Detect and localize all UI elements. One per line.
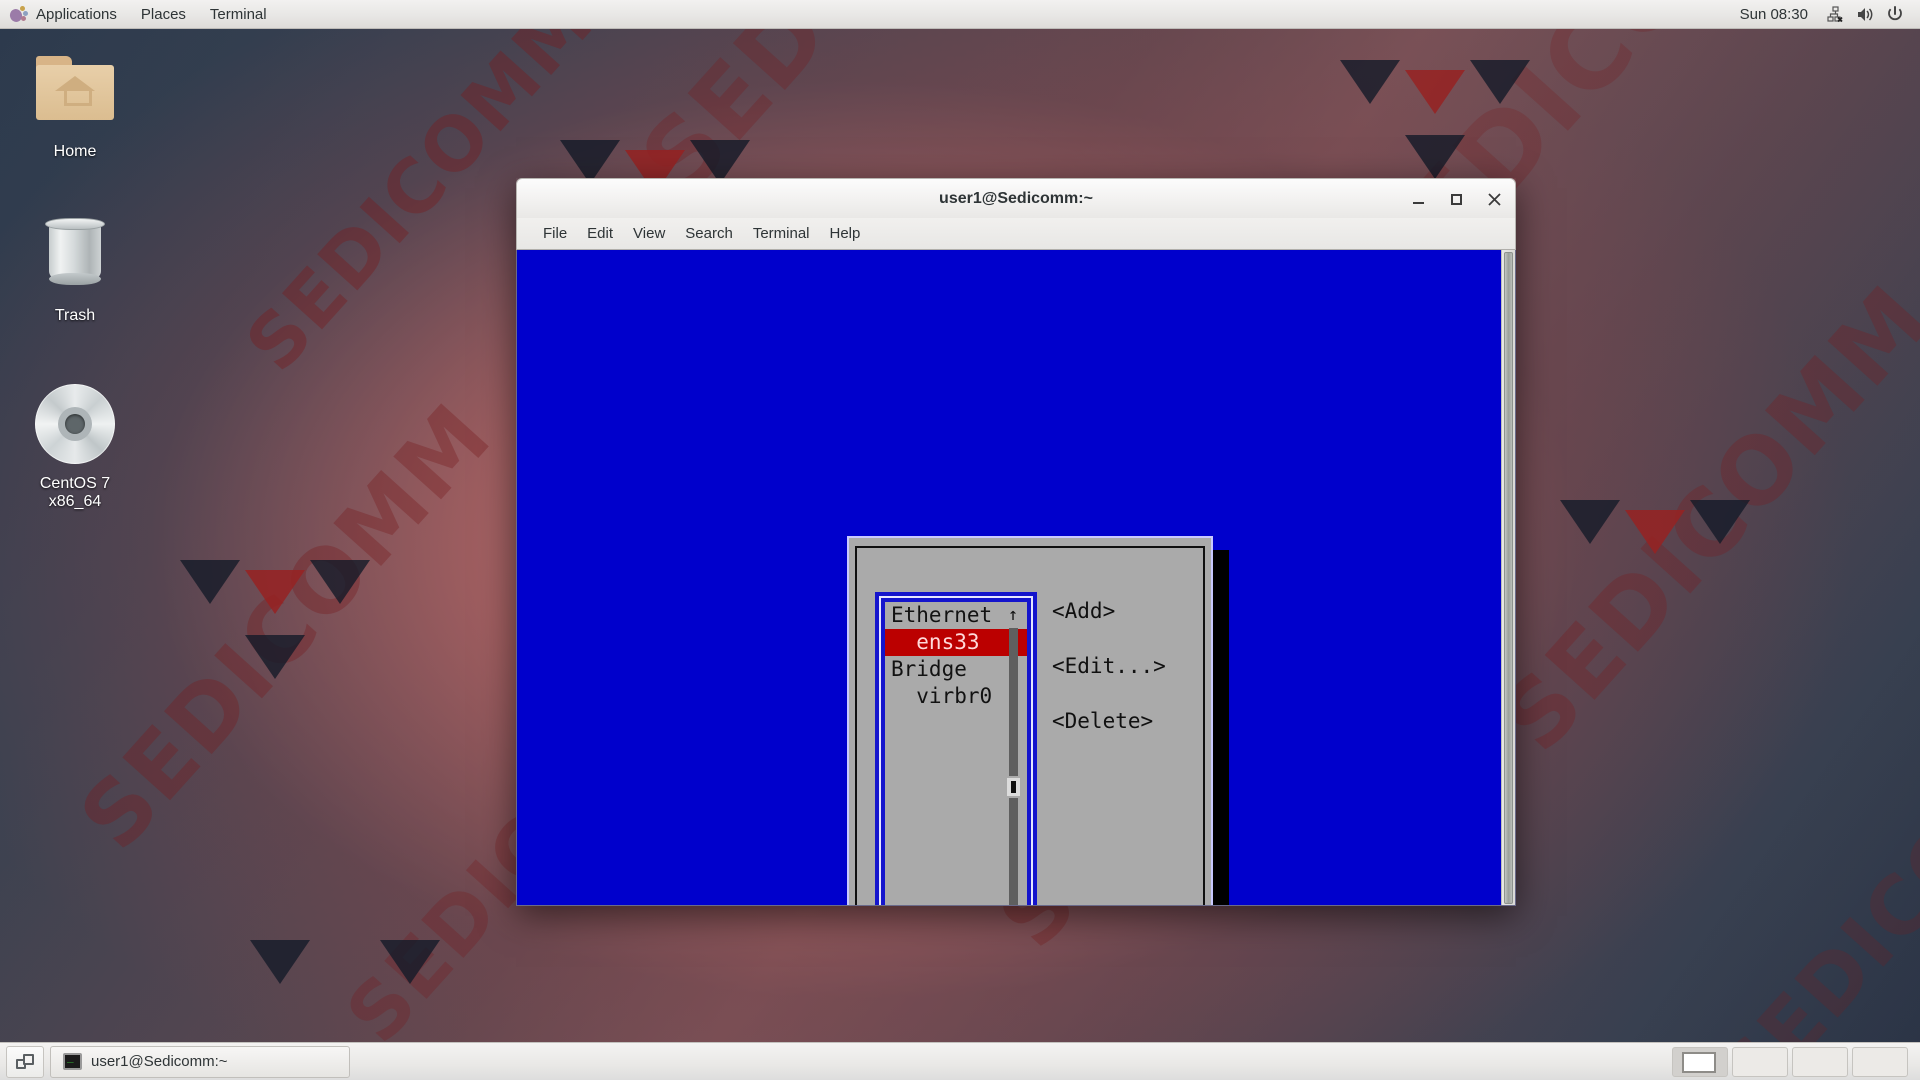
window-title-bar[interactable]: user1@Sedicomm:~ [516,178,1516,218]
menu-applications[interactable]: Applications [24,0,129,29]
desktop-icon-cdrom[interactable]: CentOS 7 x86_64 [10,380,140,512]
gnome-foot-icon [8,5,28,24]
terminal-menu-bar: File Edit View Search Terminal Help [516,218,1516,250]
menu-search[interactable]: Search [675,218,743,250]
workspace-2[interactable] [1732,1046,1788,1077]
delete-button[interactable]: <Delete> [1052,708,1153,735]
add-button[interactable]: <Add> [1052,598,1115,625]
desktop-icon-label: Home [53,143,97,160]
terminal-scrollbar[interactable] [1501,250,1515,905]
menu-places[interactable]: Places [129,0,198,29]
wallpaper-triangle-icon [245,570,305,614]
desktop-icon-trash[interactable]: Trash [10,212,140,326]
terminal-scrollbar-thumb[interactable] [1504,252,1513,904]
wallpaper-triangle-icon [180,560,240,604]
top-panel-tray: Sun 08:30 [1730,0,1920,29]
terminal-window[interactable]: user1@Sedicomm:~ File Edit View Search T… [516,178,1516,906]
clock[interactable]: Sun 08:30 [1730,6,1818,23]
volume-icon[interactable] [1852,0,1878,29]
menu-edit[interactable]: Edit [577,218,623,250]
task-list: user1@Sedicomm:~ [50,1045,1666,1078]
workspace-3[interactable] [1792,1046,1848,1077]
menu-file[interactable]: File [533,218,577,250]
window-title: user1@Sedicomm:~ [939,189,1093,207]
wallpaper-triangle-icon [1405,135,1465,179]
workspace-1[interactable] [1672,1046,1728,1077]
wallpaper-triangle-icon [1405,70,1465,114]
close-button[interactable] [1483,188,1505,210]
taskbar: user1@Sedicomm:~ [0,1042,1920,1080]
show-desktop-button[interactable] [6,1045,44,1078]
wallpaper-triangle-icon [1690,500,1750,544]
terminal-icon [63,1050,82,1070]
dialog-content: Ethernet ens33 Bridge virbr0 ↑ ↓ [847,536,1213,905]
trash-icon [10,212,140,300]
scrollbar-lower [1009,798,1018,905]
power-icon[interactable] [1882,0,1908,29]
nmtui-dialog[interactable]: Ethernet ens33 Bridge virbr0 ↑ ↓ [847,536,1213,905]
wallpaper-triangle-icon [1560,500,1620,544]
menu-view[interactable]: View [623,218,675,250]
wallpaper-triangle-icon [380,940,440,984]
taskbar-window-label: user1@Sedicomm:~ [91,1053,228,1070]
wallpaper-triangle-icon [250,940,310,984]
list-scrollbar[interactable]: ↑ ↓ [1005,604,1021,905]
scroll-up-arrow-icon[interactable]: ↑ [1005,604,1021,626]
desktop-icon-home[interactable]: Home [10,48,140,162]
wallpaper-triangle-icon [310,560,370,604]
desktop-icon-label: CentOS 7 x86_64 [39,475,111,510]
connection-list[interactable]: Ethernet ens33 Bridge virbr0 ↑ ↓ [885,602,1027,905]
wallpaper-triangle-icon [1625,510,1685,554]
menu-help[interactable]: Help [820,218,871,250]
show-desktop-icon [15,1053,35,1070]
connection-list-box[interactable]: Ethernet ens33 Bridge virbr0 ↑ ↓ [875,592,1037,905]
wallpaper-triangle-icon [1470,60,1530,104]
taskbar-window-button[interactable]: user1@Sedicomm:~ [50,1045,350,1078]
wallpaper-triangle-icon [1340,60,1400,104]
cdrom-disc-icon [10,380,140,468]
edit-button[interactable]: <Edit...> [1052,653,1166,680]
desktop-icon-label: Trash [54,307,96,324]
menu-terminal[interactable]: Terminal [743,218,820,250]
wallpaper-triangle-icon [245,635,305,679]
terminal-screen[interactable]: Ethernet ens33 Bridge virbr0 ↑ ↓ [516,250,1516,906]
workspace-switcher[interactable] [1672,1046,1914,1077]
scrollbar-thumb[interactable] [1007,778,1020,796]
minimize-button[interactable] [1407,188,1429,210]
home-folder-icon [10,48,140,136]
workspace-4[interactable] [1852,1046,1908,1077]
top-panel: Applications Places Terminal Sun 08:30 [0,0,1920,29]
network-disconnected-icon[interactable] [1822,0,1848,29]
menu-terminal[interactable]: Terminal [198,0,279,29]
workspace-window-thumb [1682,1051,1716,1073]
window-controls [1407,179,1505,219]
scrollbar-upper [1009,628,1018,776]
maximize-button[interactable] [1445,188,1467,210]
